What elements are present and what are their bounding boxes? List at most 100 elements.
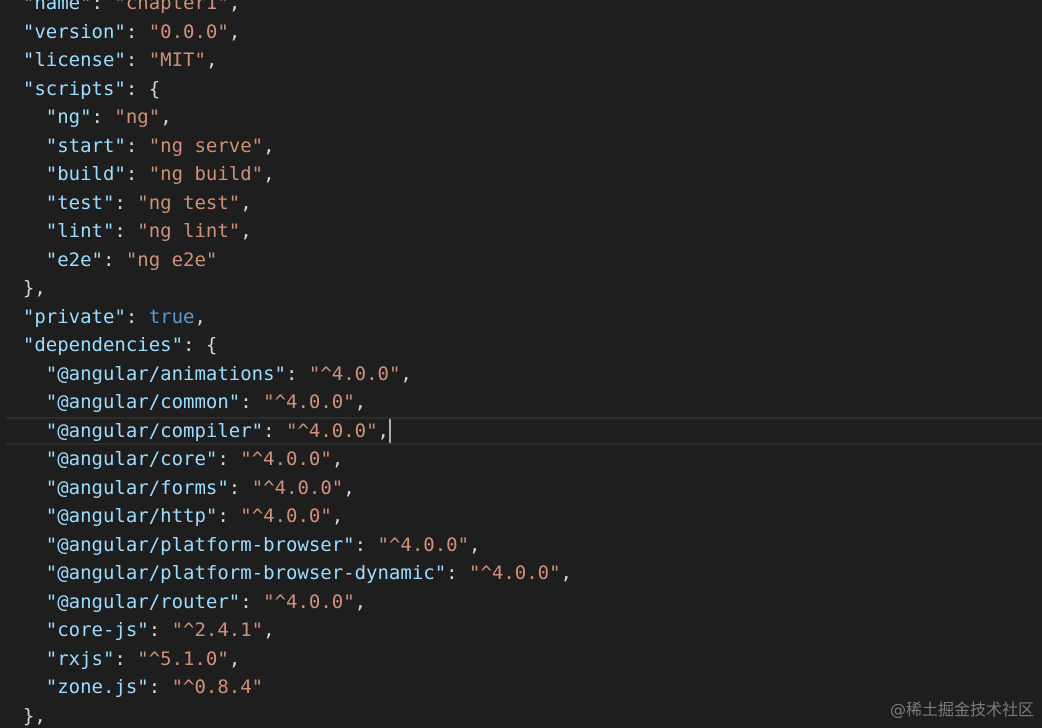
code-token: "^4.0.0"	[286, 419, 378, 442]
code-token: ,	[263, 619, 275, 641]
code-token: "lint"	[45, 220, 115, 242]
code-token: "rxjs"	[45, 647, 115, 670]
code-token: "@angular/common"	[45, 391, 241, 413]
code-line-text: "start": "ng serve",	[0, 135, 275, 157]
code-token: :	[148, 619, 172, 641]
code-line[interactable]: "license": "MIT",	[0, 46, 218, 74]
code-line[interactable]: "lint": "ng lint",	[0, 217, 252, 245]
code-line[interactable]: "rxjs": "^5.1.0",	[0, 645, 241, 673]
code-line[interactable]: "ng": "ng",	[0, 103, 172, 131]
code-line[interactable]: "e2e": "ng e2e"	[0, 246, 218, 274]
code-token: "core-js"	[45, 619, 149, 641]
code-token: :	[102, 248, 126, 271]
code-line[interactable]: "test": "ng test",	[0, 189, 252, 217]
code-line-text: "name": "chapter1",	[0, 0, 240, 14]
code-line-active[interactable]: "@angular/compiler": "^4.0.0",	[6, 416, 1042, 445]
code-token: "version"	[22, 20, 126, 43]
code-line[interactable]: "zone.js": "^0.8.4"	[0, 673, 263, 701]
code-line[interactable]: "core-js": "^2.4.1",	[0, 616, 275, 644]
code-token: :	[240, 391, 264, 413]
code-line-text: "license": "MIT",	[0, 49, 218, 71]
watermark-text: @稀土掘金技术社区	[889, 700, 1034, 719]
code-line[interactable]: "private": true,	[0, 303, 206, 331]
code-line[interactable]: "build": "ng build",	[0, 160, 275, 188]
code-token: "^5.1.0"	[137, 647, 229, 670]
code-token: :	[446, 562, 470, 584]
code-token: :	[91, 0, 115, 14]
code-line[interactable]: "@angular/animations": "^4.0.0",	[0, 360, 412, 388]
code-token: "@angular/http"	[45, 505, 218, 527]
code-token: "^4.0.0"	[240, 505, 332, 527]
code-line[interactable]: "@angular/platform-browser": "^4.0.0",	[0, 531, 481, 559]
code-line[interactable]: "start": "ng serve",	[0, 132, 275, 160]
code-line-text: "@angular/core": "^4.0.0",	[0, 448, 343, 470]
code-line-text: "test": "ng test",	[0, 192, 252, 214]
code-line[interactable]: "@angular/router": "^4.0.0",	[0, 588, 366, 616]
code-token: "ng"	[45, 106, 92, 128]
code-token: ,	[205, 49, 218, 71]
code-line-text: "version": "0.0.0",	[0, 21, 240, 43]
code-line[interactable]: "scripts": {	[0, 75, 160, 103]
code-token: ,	[331, 448, 344, 470]
code-line-text: "@angular/common": "^4.0.0",	[0, 391, 366, 413]
code-line[interactable]: "@angular/forms": "^4.0.0",	[0, 474, 355, 502]
code-line-text: "rxjs": "^5.1.0",	[0, 647, 241, 670]
code-line[interactable]: "@angular/http": "^4.0.0",	[0, 502, 343, 530]
code-token: "0.0.0"	[148, 20, 229, 43]
code-line-text: "@angular/platform-browser-dynamic": "^4…	[0, 562, 572, 584]
code-token: "@angular/compiler"	[45, 419, 264, 442]
code-token: :	[263, 419, 286, 442]
code-token: "^4.0.0"	[251, 476, 344, 499]
code-token: ,	[228, 647, 241, 670]
code-token: true	[148, 305, 195, 328]
code-line-text: "build": "ng build",	[0, 163, 275, 185]
code-line[interactable]: "name": "chapter1",	[0, 0, 240, 17]
code-line[interactable]: },	[0, 274, 46, 302]
code-token: "ng test"	[137, 191, 241, 214]
code-token: ,	[240, 220, 252, 242]
code-line[interactable]: "dependencies": {	[0, 331, 217, 359]
code-token: "@angular/router"	[45, 590, 241, 613]
code-token: "e2e"	[45, 248, 103, 271]
code-token: :	[125, 20, 149, 43]
code-token: :	[148, 676, 172, 698]
code-line[interactable]: "@angular/platform-browser-dynamic": "^4…	[0, 559, 572, 587]
code-token: "@angular/forms"	[45, 476, 229, 499]
code-line[interactable]: "@angular/common": "^4.0.0",	[0, 388, 366, 416]
code-token: "scripts"	[22, 77, 126, 100]
code-token: "ng e2e"	[125, 248, 218, 271]
code-token: :	[114, 647, 138, 670]
code-token: :	[217, 505, 241, 527]
code-line[interactable]: "version": "0.0.0",	[0, 18, 240, 46]
code-token: "build"	[45, 163, 126, 185]
code-token: :	[240, 590, 264, 613]
code-token: "^4.0.0"	[469, 562, 561, 584]
code-line-text: "private": true,	[0, 306, 206, 328]
code-line[interactable]: },	[0, 702, 46, 728]
code-token: ,	[354, 590, 367, 613]
code-token: :	[125, 163, 149, 185]
code-token: :	[125, 305, 149, 328]
code-token: "name"	[22, 0, 92, 14]
code-line[interactable]: "@angular/core": "^4.0.0",	[0, 445, 343, 473]
code-token: "^4.0.0"	[263, 391, 355, 413]
code-token: : {	[125, 77, 161, 100]
code-editor[interactable]: "name": "chapter1", "version": "0.0.0", …	[0, 0, 1042, 728]
code-token: :	[114, 191, 138, 214]
